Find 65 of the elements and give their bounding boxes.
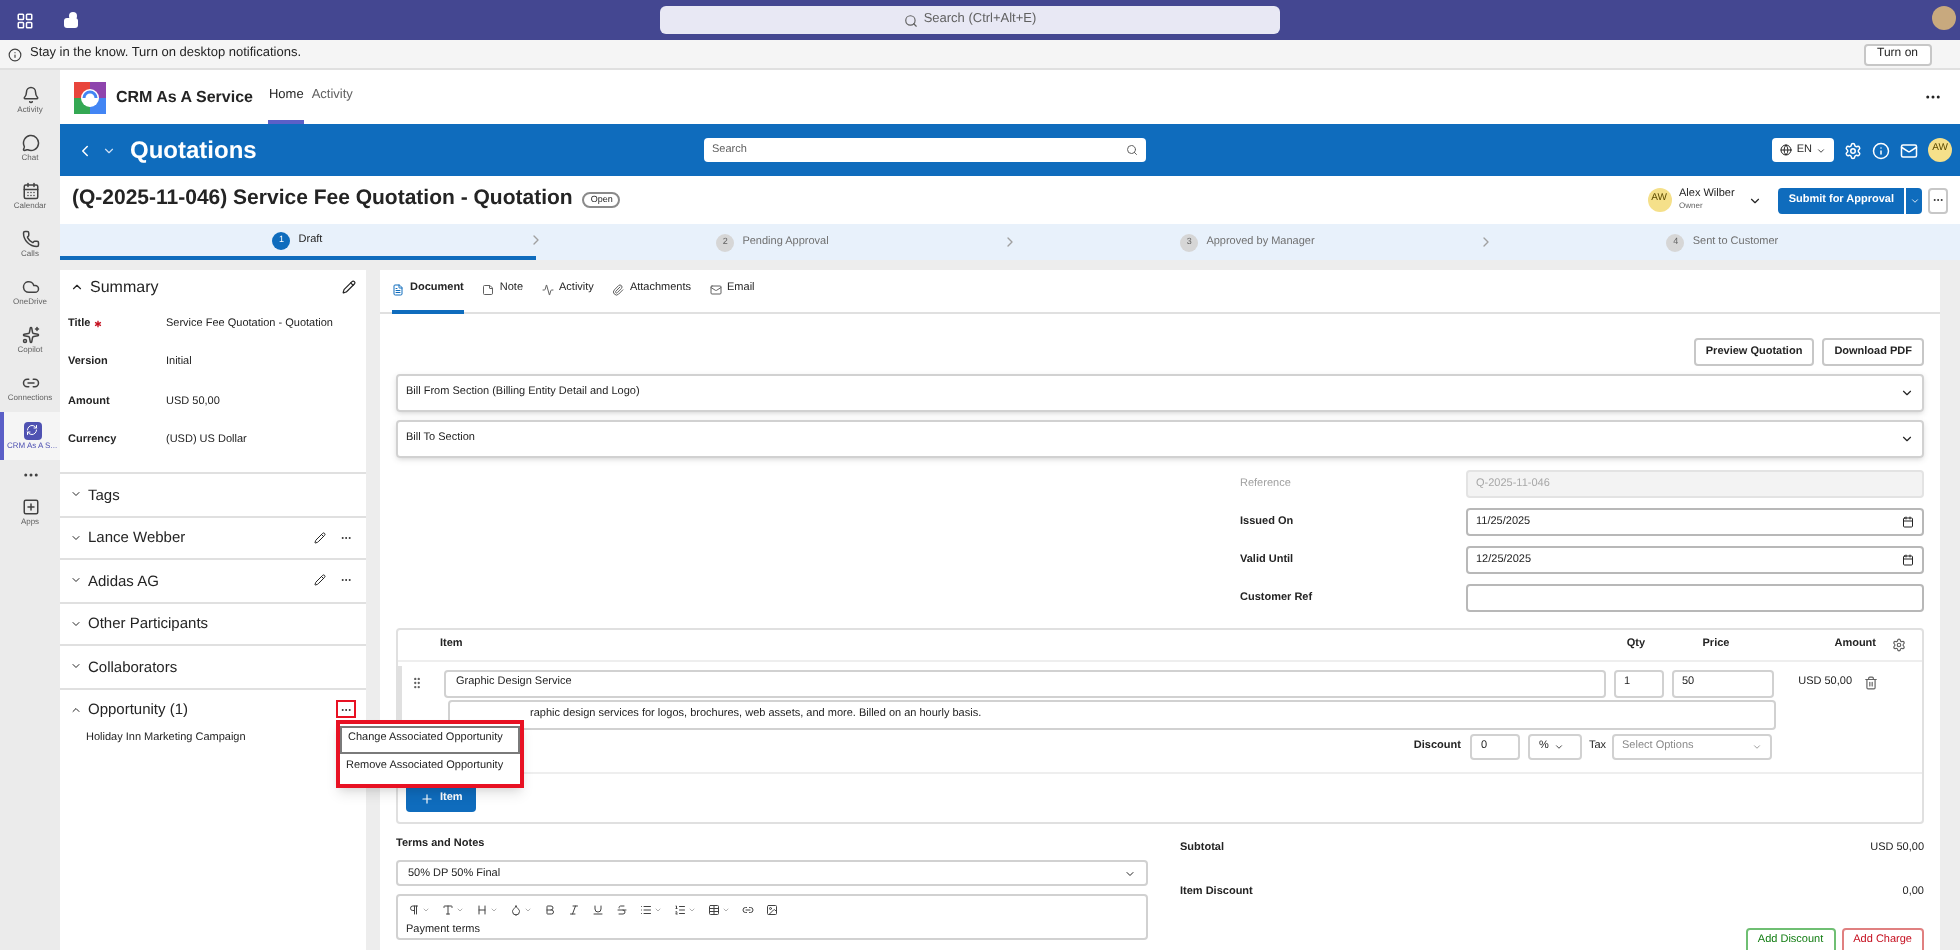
mail-icon[interactable] — [1900, 141, 1918, 159]
chevron-down-icon — [1752, 742, 1762, 752]
user-avatar[interactable] — [1932, 6, 1956, 30]
format-icon — [476, 904, 488, 917]
link-icon — [21, 373, 39, 391]
chevron-down-icon — [1554, 742, 1565, 752]
search-icon — [1126, 144, 1138, 156]
chevron-down-icon — [1900, 386, 1914, 400]
format-icon — [510, 904, 522, 917]
edit-icon[interactable] — [314, 531, 326, 544]
calendar-icon[interactable] — [1902, 554, 1914, 566]
split-dropdown-button[interactable] — [1906, 187, 1922, 213]
note-icon — [481, 283, 494, 295]
search-icon — [903, 13, 918, 27]
drag-handle-icon[interactable] — [410, 676, 424, 690]
chevron-down-icon[interactable] — [1748, 193, 1763, 207]
paperclip-icon — [611, 283, 624, 295]
page-title: Quotations — [130, 134, 257, 168]
format-icon — [442, 904, 454, 917]
calendar-icon[interactable] — [1902, 516, 1914, 528]
chevron-down-icon — [1816, 145, 1826, 155]
format-icon — [708, 904, 720, 917]
chevron-right-icon — [1002, 234, 1018, 250]
text-field[interactable] — [1466, 584, 1924, 612]
info-icon — [8, 47, 22, 61]
delete-icon[interactable] — [1864, 676, 1878, 690]
chevron-down-icon — [1900, 432, 1914, 446]
format-icon — [674, 904, 686, 917]
required-icon — [94, 319, 103, 328]
bell-icon — [21, 85, 39, 103]
chevron-up-icon — [70, 280, 84, 294]
format-icon[interactable] — [592, 904, 604, 917]
document-icon — [392, 283, 404, 295]
info-icon[interactable] — [1872, 141, 1890, 159]
format-icon[interactable] — [616, 904, 628, 917]
image-icon[interactable] — [766, 904, 778, 917]
cloud-icon — [21, 277, 39, 295]
app-launcher-icon[interactable] — [16, 11, 34, 29]
format-icon — [640, 904, 652, 917]
globe-icon — [1780, 144, 1793, 156]
chevron-down-icon — [1124, 867, 1136, 880]
format-icon — [408, 904, 420, 917]
record-title: (Q-2025-11-046) Service Fee Quotation - Quotation — [72, 184, 573, 215]
format-icon[interactable] — [568, 904, 580, 917]
chevron-up-icon[interactable] — [70, 703, 82, 716]
back-icon[interactable] — [76, 141, 94, 159]
settings-icon[interactable] — [1892, 638, 1906, 652]
add-icon — [21, 497, 39, 515]
mail-icon — [709, 283, 722, 295]
app-logo — [74, 81, 106, 113]
sparkle-icon — [21, 325, 39, 343]
chat-icon — [21, 133, 39, 151]
link-icon[interactable] — [742, 904, 754, 917]
app-logo-icon — [23, 421, 41, 439]
calendar-icon — [21, 181, 39, 199]
phone-icon — [21, 229, 39, 247]
format-icon[interactable] — [544, 904, 556, 917]
more-button[interactable] — [336, 700, 356, 719]
app-name: CRM As A Service — [116, 85, 253, 109]
summary-header[interactable]: Summary — [60, 270, 366, 304]
edit-icon[interactable] — [342, 280, 356, 294]
plus-icon — [420, 791, 434, 805]
chevron-down-icon — [1909, 195, 1919, 205]
activity-icon — [541, 283, 554, 295]
edit-icon[interactable] — [314, 574, 326, 587]
